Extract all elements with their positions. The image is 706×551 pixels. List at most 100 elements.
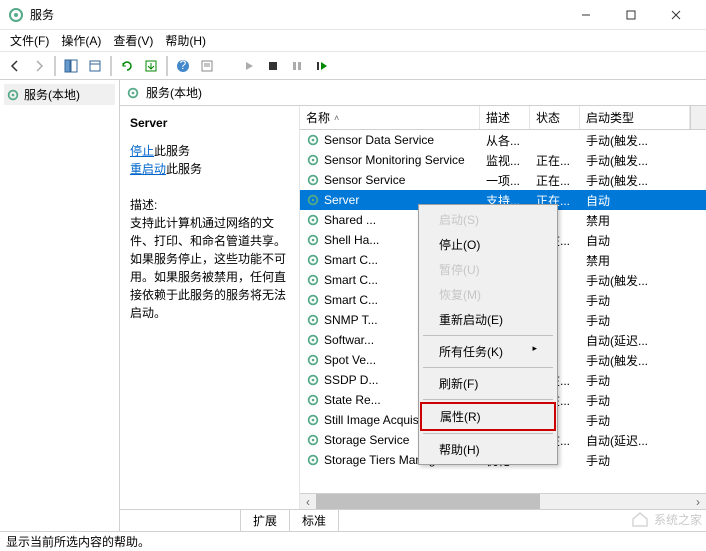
column-startup-type[interactable]: 启动类型 (580, 106, 690, 129)
column-name[interactable]: 名称˄ (300, 106, 480, 129)
tree-item-services-local[interactable]: 服务(本地) (4, 84, 115, 105)
content-pane: 服务(本地) Server 停止此服务 重启动此服务 描述: 支持此计算机通过网… (120, 80, 706, 531)
start-service-button[interactable] (238, 55, 260, 77)
cm-resume[interactable]: 恢复(M) (421, 282, 555, 307)
properties-button[interactable] (196, 55, 218, 77)
cell-name: Sensor Data Service (300, 132, 480, 148)
cm-start[interactable]: 启动(S) (421, 207, 555, 232)
cm-restart[interactable]: 重新启动(E) (421, 307, 555, 332)
gear-icon (6, 88, 20, 102)
cm-separator (423, 367, 553, 368)
toolbar-spacer (220, 55, 236, 77)
selected-service-name: Server (130, 114, 289, 132)
export-button[interactable] (84, 55, 106, 77)
minimize-button[interactable] (563, 0, 608, 29)
detail-pane: Server 停止此服务 重启动此服务 描述: 支持此计算机通过网络的文件、打印… (120, 106, 300, 509)
cell-startup: 自动(延迟... (580, 331, 706, 350)
content-header-label: 服务(本地) (146, 84, 202, 101)
toolbar-separator (54, 56, 56, 76)
context-menu: 启动(S) 停止(O) 暂停(U) 恢复(M) 重新启动(E) 所有任务(K) … (418, 204, 558, 465)
column-status[interactable]: 状态 (530, 106, 580, 129)
service-row[interactable]: Sensor Monitoring Service监视...正在...手动(触发… (300, 150, 706, 170)
content-header: 服务(本地) (120, 80, 706, 106)
scroll-right-icon[interactable]: › (690, 494, 706, 510)
app-icon (8, 7, 24, 23)
cell-status: 正在... (530, 151, 580, 170)
cell-name: Sensor Monitoring Service (300, 152, 480, 168)
title-bar: 服务 (0, 0, 706, 30)
stop-service-link[interactable]: 停止 (130, 144, 154, 158)
scroll-thumb[interactable] (316, 494, 540, 510)
cell-startup: 手动(触发... (580, 171, 706, 190)
cell-startup: 禁用 (580, 211, 706, 230)
cm-separator (423, 433, 553, 434)
cm-pause[interactable]: 暂停(U) (421, 257, 555, 282)
toolbar-separator (166, 56, 168, 76)
cell-desc: 监视... (480, 151, 530, 170)
tree-item-label: 服务(本地) (24, 86, 80, 103)
window-title: 服务 (30, 6, 563, 23)
cm-help[interactable]: 帮助(H) (421, 437, 555, 462)
cell-startup: 自动(延迟... (580, 431, 706, 450)
cell-startup: 手动(触发... (580, 271, 706, 290)
cell-desc: 一项... (480, 171, 530, 190)
cell-startup: 手动 (580, 411, 706, 430)
main-area: 服务(本地) 服务(本地) Server 停止此服务 重启动此服务 描述: 支持… (0, 80, 706, 531)
scroll-track[interactable] (316, 494, 690, 510)
column-description[interactable]: 描述 (480, 106, 530, 129)
cell-startup: 手动(触发... (580, 351, 706, 370)
menu-view[interactable]: 查看(V) (107, 30, 159, 51)
status-bar: 显示当前所选内容的帮助。 (0, 531, 706, 551)
cell-startup: 自动 (580, 191, 706, 210)
cm-properties[interactable]: 属性(R) (420, 402, 556, 431)
scroll-left-icon[interactable]: ‹ (300, 494, 316, 510)
service-row[interactable]: Sensor Data Service从各... 手动(触发... (300, 130, 706, 150)
toolbar-separator (110, 56, 112, 76)
stop-service-button[interactable] (262, 55, 284, 77)
refresh-button[interactable] (116, 55, 138, 77)
maximize-button[interactable] (608, 0, 653, 29)
menu-action[interactable]: 操作(A) (55, 30, 107, 51)
cell-desc: 从各... (480, 131, 530, 150)
menu-help[interactable]: 帮助(H) (159, 30, 212, 51)
description-label: 描述: (130, 196, 289, 214)
cell-startup: 手动(触发... (580, 151, 706, 170)
help-button[interactable]: ? (172, 55, 194, 77)
cell-startup: 手动 (580, 311, 706, 330)
show-hide-tree-button[interactable] (60, 55, 82, 77)
cell-startup: 手动 (580, 451, 706, 470)
tab-standard[interactable]: 标准 (289, 509, 339, 531)
cell-name: Sensor Service (300, 172, 480, 188)
menu-bar: 文件(F) 操作(A) 查看(V) 帮助(H) (0, 30, 706, 52)
cell-startup: 禁用 (580, 251, 706, 270)
vertical-scrollbar[interactable] (690, 106, 706, 129)
forward-button[interactable] (28, 55, 50, 77)
sort-ascending-icon: ˄ (334, 113, 339, 123)
svg-text:?: ? (180, 59, 187, 72)
status-text: 显示当前所选内容的帮助。 (6, 533, 150, 550)
menu-file[interactable]: 文件(F) (4, 30, 55, 51)
close-button[interactable] (653, 0, 698, 29)
cell-startup: 手动 (580, 371, 706, 390)
tab-extended[interactable]: 扩展 (240, 509, 290, 531)
gear-icon (126, 86, 140, 100)
cell-status (530, 139, 580, 141)
cm-refresh[interactable]: 刷新(F) (421, 371, 555, 396)
export-list-button[interactable] (140, 55, 162, 77)
pause-service-button[interactable] (286, 55, 308, 77)
description-text: 支持此计算机通过网络的文件、打印、和命名管道共享。如果服务停止，这些功能不可用。… (130, 214, 289, 322)
tree-pane: 服务(本地) (0, 80, 120, 531)
restart-service-link[interactable]: 重启动 (130, 162, 166, 176)
cm-separator (423, 399, 553, 400)
service-row[interactable]: Sensor Service一项...正在...手动(触发... (300, 170, 706, 190)
watermark-icon (630, 509, 650, 529)
cell-startup: 手动 (580, 291, 706, 310)
restart-service-button[interactable] (310, 55, 332, 77)
horizontal-scrollbar[interactable]: ‹ › (300, 493, 706, 509)
cell-startup: 手动(触发... (580, 131, 706, 150)
cm-stop[interactable]: 停止(O) (421, 232, 555, 257)
list-header: 名称˄ 描述 状态 启动类型 (300, 106, 706, 130)
back-button[interactable] (4, 55, 26, 77)
toolbar: ? (0, 52, 706, 80)
cm-all-tasks[interactable]: 所有任务(K) (421, 339, 555, 364)
